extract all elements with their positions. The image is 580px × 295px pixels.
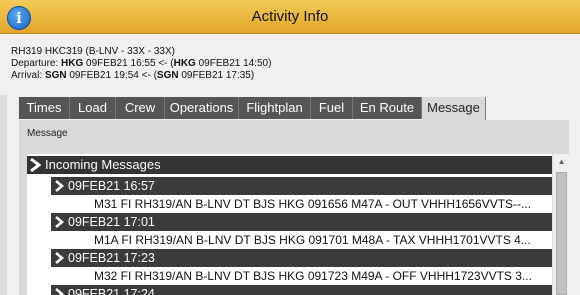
- scrollbar-thumb[interactable]: [556, 172, 567, 295]
- arrival-line: Arrival: SGN 09FEB21 19:54 <- (SGN 09FEB…: [11, 70, 254, 81]
- message-row[interactable]: M1A FI RH319/AN B-LNV DT BJS HKG 091701 …: [27, 231, 552, 249]
- message-date-row[interactable]: 09FEB21 17:24: [51, 285, 552, 295]
- tab-fuel[interactable]: Fuel: [311, 97, 353, 119]
- message-date: 09FEB21 17:01: [68, 215, 155, 229]
- message-row[interactable]: M32 FI RH319/AN B-LNV DT BJS HKG 091723 …: [27, 267, 552, 285]
- arrival-label: Arrival:: [11, 70, 45, 81]
- title-bar[interactable]: i Activity Info: [0, 0, 580, 34]
- tab-message[interactable]: Message: [422, 97, 486, 120]
- message-text: M31 FI RH319/AN B-LNV DT BJS HKG 091656 …: [94, 197, 532, 211]
- arrival-time: 09FEB21 19:54 <- (: [66, 70, 157, 81]
- vertical-scrollbar[interactable]: ▲: [552, 154, 570, 295]
- message-date-row[interactable]: 09FEB21 16:57: [51, 177, 552, 195]
- departure-time-scheduled: 09FEB21 14:50): [195, 58, 272, 69]
- arrival-station-scheduled: SGN: [156, 70, 179, 81]
- chevron-right-icon[interactable]: [54, 288, 64, 295]
- message-date: 09FEB21 17:24: [68, 287, 155, 295]
- scroll-up-arrow-icon[interactable]: ▲: [553, 154, 570, 170]
- window-title: Activity Info: [251, 8, 329, 25]
- message-text: M32 FI RH319/AN B-LNV DT BJS HKG 091723 …: [94, 269, 532, 283]
- flight-id-line: RH319 HKC319 (B-LNV - 33X - 33X): [11, 46, 175, 57]
- message-date-row[interactable]: 09FEB21 17:01: [51, 213, 552, 231]
- tab-load[interactable]: Load: [70, 97, 116, 119]
- chevron-right-icon[interactable]: [54, 216, 64, 228]
- message-date: 09FEB21 17:23: [68, 251, 155, 265]
- panel-label: Message: [27, 128, 68, 139]
- chevron-right-icon[interactable]: [29, 158, 41, 172]
- incoming-messages-group[interactable]: Incoming Messages: [27, 156, 552, 174]
- departure-label: Departure:: [11, 58, 62, 69]
- tab-crew[interactable]: Crew: [116, 97, 165, 119]
- window-left-edge: [0, 95, 7, 295]
- group-label: Incoming Messages: [45, 157, 161, 172]
- message-tree: Incoming Messages 09FEB21 16:57 M31 FI R…: [27, 154, 552, 295]
- tab-flightplan[interactable]: Flightplan: [239, 97, 311, 119]
- chevron-right-icon[interactable]: [54, 180, 64, 192]
- tab-operations[interactable]: Operations: [165, 97, 239, 119]
- departure-station-scheduled: HKG: [173, 58, 196, 69]
- arrival-station: SGN: [44, 70, 67, 81]
- departure-station: HKG: [61, 58, 84, 69]
- tab-times[interactable]: Times: [19, 97, 70, 119]
- message-date: 09FEB21 16:57: [68, 179, 155, 193]
- message-row[interactable]: M31 FI RH319/AN B-LNV DT BJS HKG 091656 …: [27, 195, 552, 213]
- message-panel: Message Incoming Messages 09FEB21 16:57 …: [19, 120, 570, 295]
- activity-info-window: i Activity Info RH319 HKC319 (B-LNV - 33…: [0, 0, 580, 295]
- chevron-right-icon[interactable]: [54, 252, 64, 264]
- message-text: M1A FI RH319/AN B-LNV DT BJS HKG 091701 …: [94, 233, 531, 247]
- arrival-time-scheduled: 09FEB21 17:35): [178, 70, 255, 81]
- departure-time: 09FEB21 16:55 <- (: [83, 58, 174, 69]
- tab-en-route[interactable]: En Route: [353, 97, 422, 119]
- message-date-row[interactable]: 09FEB21 17:23: [51, 249, 552, 267]
- departure-line: Departure: HKG 09FEB21 16:55 <- (HKG 09F…: [11, 58, 271, 69]
